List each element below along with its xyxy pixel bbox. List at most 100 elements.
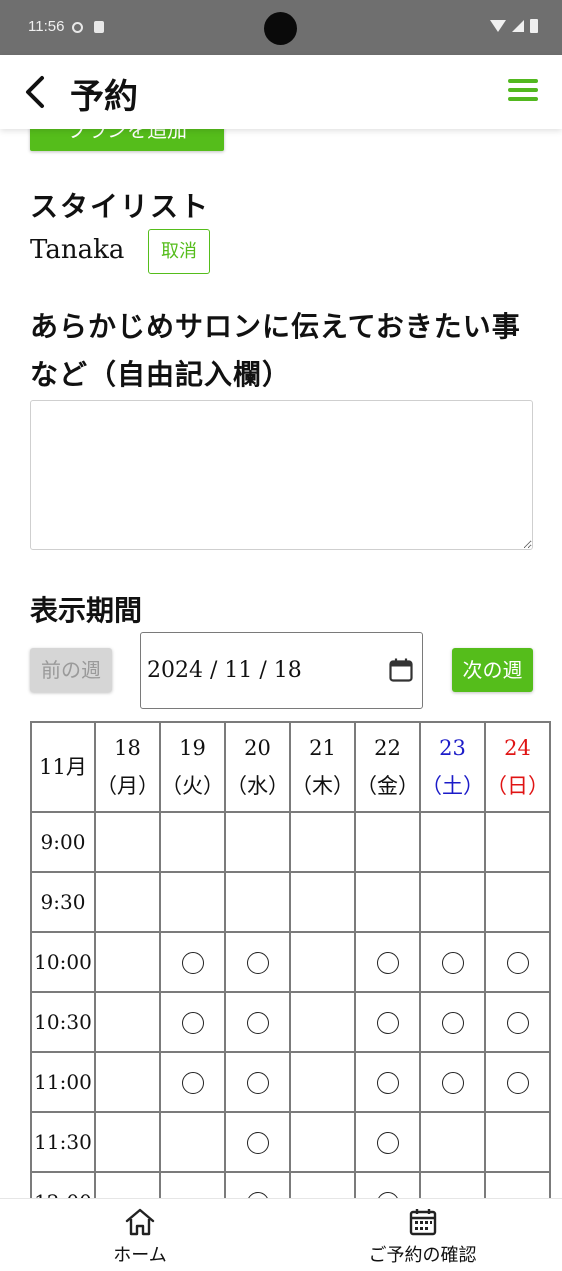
available-slot[interactable] xyxy=(484,991,551,1053)
next-week-button[interactable]: 次の週 xyxy=(452,648,533,692)
home-icon xyxy=(125,1208,155,1236)
bottom-nav: ホーム ご予約の確認 xyxy=(0,1198,562,1271)
unavailable-slot xyxy=(94,991,161,1053)
unavailable-slot xyxy=(354,811,421,873)
available-slot[interactable] xyxy=(419,1051,486,1113)
calendar-icon[interactable] xyxy=(388,657,414,683)
unavailable-slot xyxy=(94,1051,161,1113)
day-date: 18 xyxy=(114,736,141,760)
available-slot[interactable] xyxy=(224,991,291,1053)
available-slot[interactable] xyxy=(224,1171,291,1198)
day-weekday: （木） xyxy=(291,774,354,798)
available-slot[interactable] xyxy=(354,1051,421,1113)
add-plan-button[interactable]: プランを追加 xyxy=(30,129,224,151)
day-weekday: （金） xyxy=(356,774,419,798)
available-slot[interactable] xyxy=(159,991,226,1053)
system-icons xyxy=(490,19,538,33)
unavailable-slot xyxy=(94,871,161,933)
available-circle-icon xyxy=(181,1012,204,1035)
stylist-heading: スタイリスト xyxy=(30,190,211,223)
back-button[interactable] xyxy=(18,72,54,112)
available-slot[interactable] xyxy=(354,931,421,993)
available-circle-icon xyxy=(181,1072,204,1095)
unavailable-slot xyxy=(94,931,161,993)
unavailable-slot xyxy=(159,871,226,933)
app-bar: 予約 xyxy=(0,55,562,129)
battery-icon xyxy=(530,19,538,33)
unavailable-slot xyxy=(484,871,551,933)
available-slot[interactable] xyxy=(484,1051,551,1113)
available-slot[interactable] xyxy=(224,1051,291,1113)
nav-reservation-confirm[interactable]: ご予約の確認 xyxy=(350,1199,495,1271)
status-time: 11:56 xyxy=(28,18,65,35)
wifi-icon xyxy=(490,20,506,32)
day-header: 24 （日） xyxy=(484,721,551,813)
day-weekday: （水） xyxy=(226,774,289,798)
day-date: 22 xyxy=(374,736,401,760)
day-header: 18 （月） xyxy=(94,721,161,813)
unavailable-slot xyxy=(484,1171,551,1198)
available-circle-icon xyxy=(441,1012,464,1035)
available-circle-icon xyxy=(441,1072,464,1095)
available-slot[interactable] xyxy=(354,1111,421,1173)
day-weekday: （日） xyxy=(486,774,549,798)
day-header: 19 （火） xyxy=(159,721,226,813)
unavailable-slot xyxy=(419,1171,486,1198)
available-slot[interactable] xyxy=(354,1171,421,1198)
time-slot-row: 12:00 xyxy=(30,1171,551,1198)
available-slot[interactable] xyxy=(159,1051,226,1113)
hamburger-icon-bar xyxy=(508,79,538,83)
day-weekday: （火） xyxy=(161,774,224,798)
unavailable-slot xyxy=(419,811,486,873)
available-slot[interactable] xyxy=(159,931,226,993)
stylist-name: Tanaka xyxy=(30,235,125,265)
time-slot-row: 10:00 xyxy=(30,931,551,993)
date-value: 2024 / 11 / 18 xyxy=(147,658,302,683)
chevron-left-icon xyxy=(26,76,44,108)
unavailable-slot xyxy=(289,991,356,1053)
hamburger-icon-bar xyxy=(508,97,538,101)
available-circle-icon xyxy=(246,1072,269,1095)
unavailable-slot xyxy=(419,1111,486,1173)
availability-table: 11月 18 （月） 19 （火） 20 （水） 21 （木） 22 （金） 23 （土） 24 （日） … xyxy=(30,721,551,1198)
available-slot[interactable] xyxy=(419,991,486,1053)
day-date: 24 xyxy=(504,736,531,760)
time-slot-row: 10:30 xyxy=(30,991,551,1053)
stylist-cancel-button[interactable]: 取消 xyxy=(148,229,210,274)
available-slot[interactable] xyxy=(419,931,486,993)
day-date: 21 xyxy=(309,736,336,760)
available-slot[interactable] xyxy=(224,1111,291,1173)
available-circle-icon xyxy=(376,952,399,975)
reservation-form: プランを追加 スタイリスト Tanaka 取消 あらかじめサロンに伝えておきたい… xyxy=(0,129,562,1198)
time-slot-row: 11:30 xyxy=(30,1111,551,1173)
prev-week-button[interactable]: 前の週 xyxy=(30,648,112,692)
unavailable-slot xyxy=(289,931,356,993)
sim-card-icon xyxy=(94,21,104,33)
time-label: 10:30 xyxy=(30,991,96,1053)
unavailable-slot xyxy=(289,1111,356,1173)
unavailable-slot xyxy=(419,871,486,933)
unavailable-slot xyxy=(159,1111,226,1173)
menu-button[interactable] xyxy=(508,79,538,103)
day-weekday: （月） xyxy=(96,774,159,798)
nav-home[interactable]: ホーム xyxy=(90,1199,190,1271)
time-label: 9:00 xyxy=(30,811,96,873)
available-circle-icon xyxy=(246,1012,269,1035)
time-slot-row: 9:30 xyxy=(30,871,551,933)
available-circle-icon xyxy=(506,952,529,975)
notes-heading: あらかじめサロンに伝えておきたい事など（自由記入欄） xyxy=(30,310,521,391)
date-input[interactable]: 2024 / 11 / 18 xyxy=(140,632,423,709)
available-circle-icon xyxy=(181,952,204,975)
available-slot[interactable] xyxy=(224,931,291,993)
unavailable-slot xyxy=(484,1111,551,1173)
notes-textarea[interactable] xyxy=(30,400,533,550)
time-label: 9:30 xyxy=(30,871,96,933)
day-date: 23 xyxy=(439,736,466,760)
unavailable-slot xyxy=(354,871,421,933)
available-circle-icon xyxy=(506,1012,529,1035)
unavailable-slot xyxy=(159,1171,226,1198)
available-circle-icon xyxy=(376,1132,399,1155)
available-slot[interactable] xyxy=(354,991,421,1053)
available-slot[interactable] xyxy=(484,931,551,993)
available-circle-icon xyxy=(506,1072,529,1095)
